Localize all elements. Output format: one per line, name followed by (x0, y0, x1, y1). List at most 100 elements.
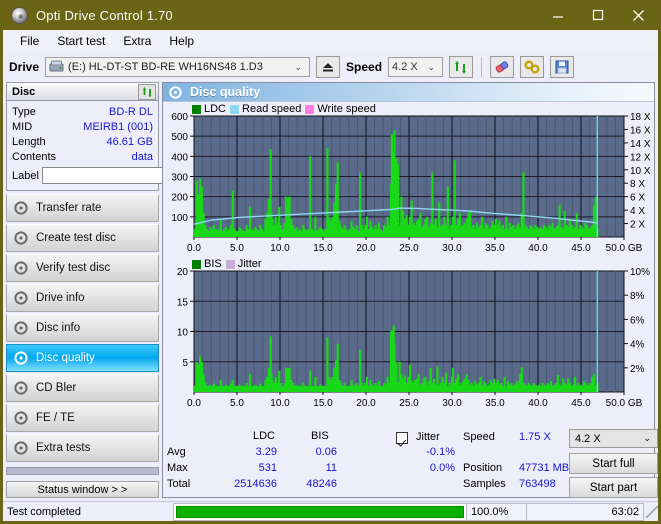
svg-text:30.0: 30.0 (442, 243, 462, 254)
legend-label: Write speed (317, 103, 376, 115)
svg-text:30.0: 30.0 (442, 398, 462, 409)
disc-icon (14, 351, 28, 365)
sidebar-item-label: FE / TE (36, 412, 75, 424)
menu-file[interactable]: File (11, 32, 48, 50)
legend-swatch-icon (192, 259, 201, 269)
disc-panel-header: Disc (7, 83, 158, 101)
disc-icon (169, 85, 182, 99)
svg-text:45.0: 45.0 (571, 398, 591, 409)
stats-row-avg: Avg (167, 446, 186, 458)
stats-col-bis: BIS (311, 430, 329, 442)
disc-panel-title: Disc (12, 85, 36, 98)
eject-button[interactable] (316, 56, 341, 78)
sidebar-item-label: Verify test disc (36, 262, 111, 274)
speed-label: Speed (346, 60, 383, 74)
resize-grip-icon[interactable] (646, 505, 658, 518)
tools-button[interactable] (520, 56, 545, 78)
refresh-button[interactable] (449, 56, 474, 78)
sidebar-item-disc-info[interactable]: Disc info (6, 314, 159, 342)
content-header: Disc quality (163, 83, 654, 102)
sidebar-item-transfer-rate[interactable]: Transfer rate (6, 194, 159, 222)
sidebar-item-label: Drive info (36, 292, 85, 304)
refresh-icon (455, 60, 467, 74)
stats-speed-select-value: 4.2 X (575, 432, 601, 445)
legend-label: LDC (204, 103, 227, 115)
svg-text:15: 15 (177, 297, 189, 308)
stats-speed-select[interactable]: 4.2 X ⌄ (569, 429, 658, 448)
menu-start-test[interactable]: Start test (48, 32, 114, 50)
legend-swatch-icon (225, 259, 235, 269)
disc-value: 46.61 GB (106, 135, 153, 148)
status-text: Test completed (7, 505, 81, 518)
svg-text:6 X: 6 X (630, 193, 645, 204)
start-full-button[interactable]: Start full (569, 453, 658, 474)
menu-help[interactable]: Help (160, 32, 203, 50)
progress-bar (173, 502, 466, 521)
legend-label: Jitter (237, 258, 262, 270)
disc-row-type: Type BD-R DL (12, 104, 153, 119)
sidebar-item-drive-info[interactable]: Drive info (6, 284, 159, 312)
menu-bar: File Start test Extra Help (3, 30, 658, 52)
content-panel: Disc quality LDC Read speed Write speed … (162, 82, 658, 498)
save-button[interactable] (550, 56, 575, 78)
erase-icon (495, 61, 509, 73)
sidebar-item-create-test-disc[interactable]: Create test disc (6, 224, 159, 252)
stats-ldc-avg: 3.29 (255, 446, 277, 458)
start-part-button[interactable]: Start part (569, 477, 658, 498)
disc-icon (11, 6, 28, 24)
sidebar-item-cd-bler[interactable]: CD Bler (6, 374, 159, 402)
disc-row-mid: MID MEIRB1 (001) (12, 119, 153, 134)
legend-item-jitter: Jitter (225, 258, 262, 270)
disc-panel: Disc Type BD-R DL MID MEIRB1 (001) Lengt… (6, 82, 245, 191)
stats-panel: LDC BIS Avg Max Total 3.29 531 2514636 0… (163, 427, 658, 498)
sidebar-item-label: Extra tests (36, 442, 91, 454)
stats-position-value: 47731 MB (519, 462, 570, 474)
disc-key: MID (12, 120, 33, 133)
title-bar: Opti Drive Control 1.70 (3, 0, 658, 30)
jitter-checkbox[interactable] (396, 432, 408, 444)
svg-text:20.0: 20.0 (356, 398, 376, 409)
menu-extra[interactable]: Extra (114, 32, 160, 50)
stats-ldc-total: 2514636 (234, 478, 277, 490)
sidebar-item-extra-tests[interactable]: Extra tests (6, 434, 159, 462)
disc-key: Length (12, 135, 46, 148)
sidebar-item-disc-quality[interactable]: Disc quality (6, 344, 159, 372)
drive-toolbar: Drive (E:) HL-DT-ST BD-RE WH16NS48 1.D3 … (3, 52, 658, 82)
chart-ldc-legend: LDC Read speed Write speed (192, 103, 376, 115)
speed-select[interactable]: 4.2 X ⌄ (388, 57, 444, 77)
svg-text:20.0: 20.0 (356, 243, 376, 254)
stats-bis-total: 48246 (306, 478, 337, 490)
sidebar-item-verify-test-disc[interactable]: Verify test disc (6, 254, 159, 282)
drive-icon (49, 60, 64, 72)
main-body: Disc Type BD-R DL MID MEIRB1 (001) Lengt… (3, 82, 658, 501)
maximize-button[interactable] (578, 0, 618, 30)
chevron-down-icon[interactable]: ⌄ (289, 62, 307, 73)
sidebar-item-label: Disc info (36, 322, 81, 334)
refresh-icon (142, 86, 151, 97)
drive-select[interactable]: (E:) HL-DT-ST BD-RE WH16NS48 1.D3 ⌄ (45, 57, 311, 77)
svg-text:20: 20 (177, 267, 189, 278)
disc-refresh-button[interactable] (138, 83, 156, 100)
svg-text:16 X: 16 X (630, 125, 651, 136)
chart-bis-legend: BIS Jitter (192, 258, 262, 270)
chevron-down-icon[interactable]: ⌄ (643, 433, 657, 444)
speed-value: 4.2 X (392, 61, 418, 73)
status-window-button[interactable]: Status window > > (6, 481, 159, 498)
stats-row-total: Total (167, 478, 191, 490)
legend-swatch-icon (230, 104, 240, 114)
minimize-button[interactable] (538, 0, 578, 30)
sidebar-spacer (6, 467, 159, 475)
svg-text:15.0: 15.0 (313, 398, 333, 409)
sidebar-item-label: Create test disc (36, 232, 116, 244)
stats-speed-label: Speed (463, 431, 495, 443)
close-button[interactable] (618, 0, 658, 30)
sidebar-item-fe-te[interactable]: FE / TE (6, 404, 159, 432)
stats-bis-max: 11 (325, 462, 337, 474)
stats-row-max: Max (167, 462, 188, 474)
svg-text:4 X: 4 X (630, 206, 645, 217)
svg-text:18 X: 18 X (630, 112, 651, 123)
svg-text:0.0: 0.0 (187, 243, 201, 254)
chevron-down-icon[interactable]: ⌄ (423, 62, 441, 73)
erase-button[interactable] (490, 56, 515, 78)
svg-text:35.0: 35.0 (485, 243, 505, 254)
